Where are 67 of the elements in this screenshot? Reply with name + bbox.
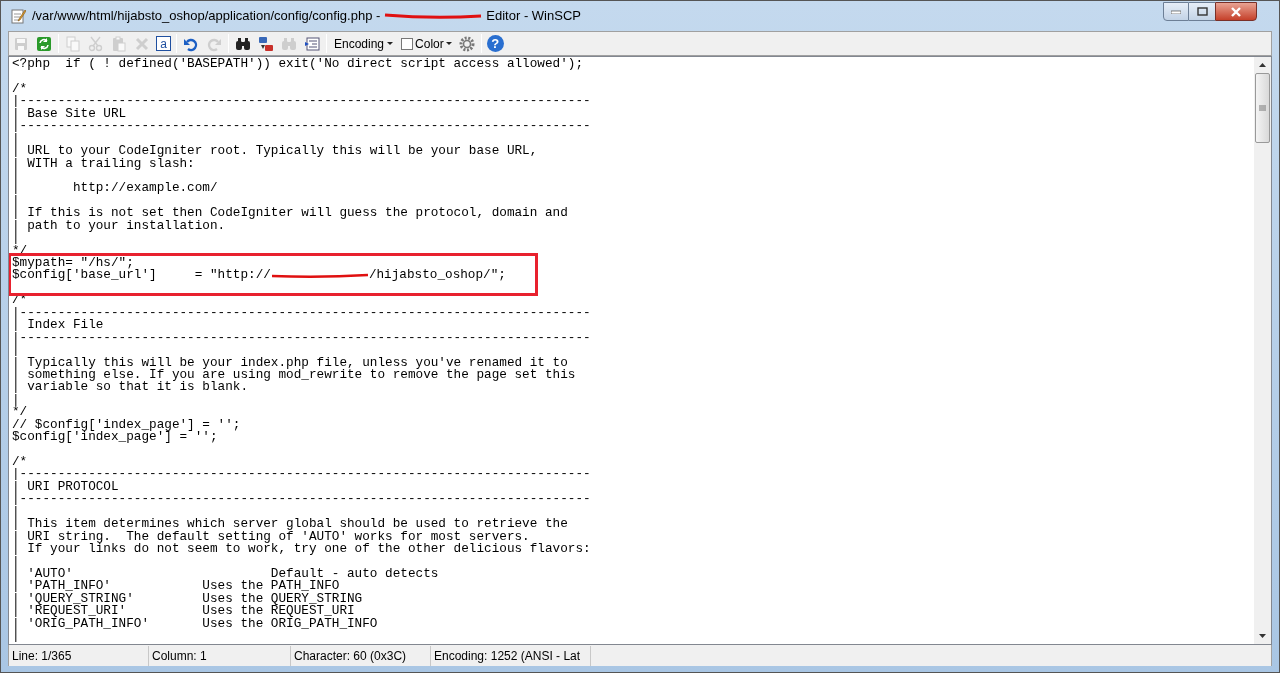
- code-line: |---------------------------------------------------------------------------: [12, 306, 592, 320]
- window-title: /var/www/html/hijabsto_oshop/application/config/config.php -: [32, 7, 381, 26]
- maximize-button[interactable]: [1189, 2, 1215, 21]
- code-line: | something else. If you are using mod_rewrite to remove the page set this: [12, 368, 577, 382]
- code-line: |: [12, 393, 20, 407]
- code-line: | If this is not set then CodeIgniter will guess the protocol, domain and: [12, 207, 569, 220]
- code-line: |---------------------------------------------------------------------------: [12, 95, 592, 108]
- code-line: |: [12, 169, 21, 183]
- code-line: |---------------------------------------------------------------------------: [12, 331, 592, 345]
- code-line: |: [12, 630, 21, 643]
- code-line: |---------------------------------------------------------------------------: [12, 493, 592, 506]
- code-line: |: [12, 132, 20, 146]
- code-line: | path to your installation.: [12, 219, 226, 233]
- replace-button[interactable]: [257, 34, 275, 53]
- code-line: | WITH a trailing slash:: [12, 157, 195, 170]
- scroll-thumb[interactable]: [1255, 73, 1270, 143]
- code-line: |: [12, 194, 21, 208]
- code-line: /*: [12, 456, 28, 469]
- code-line: | 'ORIG_PATH_INFO' Uses the ORIG_PATH_INFO: [12, 617, 379, 631]
- code-line: | URI PROTOCOL: [12, 480, 119, 494]
- code-line: | 'QUERY_STRING' Uses the QUERY_STRING: [12, 592, 364, 606]
- code-line: | This item determines which server global should be used to retrieve the: [12, 518, 569, 531]
- encoding-dropdown[interactable]: Encoding: [332, 34, 396, 53]
- status-field: Character: 60 (0x3C): [291, 646, 431, 666]
- code-line: | http://example.com/: [12, 182, 219, 195]
- status-field: Encoding: 1252 (ANSI - Lat: [431, 646, 591, 666]
- code-line: $mypath= "/hs/";: [12, 257, 134, 270]
- refresh-button[interactable]: [35, 34, 53, 53]
- status-field: Line: 1/365: [9, 646, 149, 666]
- list-arrow-button[interactable]: [303, 34, 321, 53]
- caret-icon: [387, 41, 394, 46]
- caret-icon: [445, 41, 452, 46]
- code-line: /hijabsto_oshop/";: [368, 269, 506, 282]
- checkbox[interactable]: [401, 37, 414, 50]
- close-icon: [1230, 6, 1242, 17]
- help-button[interactable]: ?: [486, 35, 504, 52]
- code-line: $config['base_url'] = "http://: [12, 269, 271, 282]
- code-line: | 'AUTO' Default - auto detects: [12, 567, 440, 581]
- notepad-icon: [10, 8, 26, 24]
- scrollbar[interactable]: [1254, 57, 1271, 644]
- code-line: |: [12, 344, 20, 357]
- code-line: <?php if ( ! defined('BASEPATH')) exit('No direct script access allowed');: [12, 58, 585, 71]
- window-title: Editor - WinSCP: [486, 7, 581, 26]
- code-line: |: [12, 505, 20, 519]
- code-line: | Index File: [12, 319, 104, 332]
- code-line: | variable so that it is blank.: [12, 381, 249, 394]
- code-line: /*: [12, 82, 28, 96]
- status-field: Column: 1: [149, 646, 291, 666]
- settings-button[interactable]: [457, 34, 476, 53]
- close-button[interactable]: [1215, 2, 1257, 21]
- color-dropdown[interactable]: Color: [400, 34, 453, 53]
- maximize-icon: [1196, 7, 1208, 16]
- select-all-button[interactable]: a: [156, 36, 171, 51]
- code-line: | 'REQUEST_URI' Uses the REQUEST_URI: [12, 605, 355, 618]
- code-line: | URL to your CodeIgniter root. Typically this will be your base URL,: [12, 145, 539, 158]
- minimize-icon: [1171, 9, 1181, 14]
- code-line: | If your links do not seem to work, try one of the other delicious flavors:: [12, 543, 592, 556]
- minimize-button[interactable]: [1163, 2, 1189, 21]
- code-line: |---------------------------------------------------------------------------: [12, 120, 592, 133]
- code-line: |---------------------------------------------------------------------------: [12, 468, 592, 481]
- code-line: | Base Site URL: [12, 107, 127, 121]
- code-line: $config['index_page'] = '';: [12, 431, 219, 444]
- code-line: | 'PATH_INFO' Uses the PATH_INFO: [12, 580, 340, 593]
- code-line: |: [12, 232, 20, 245]
- code-line: */: [12, 406, 29, 419]
- code-line: |: [12, 555, 21, 568]
- code-line: | Typically this will be your index.php file, unless you've renamed it to: [12, 356, 568, 369]
